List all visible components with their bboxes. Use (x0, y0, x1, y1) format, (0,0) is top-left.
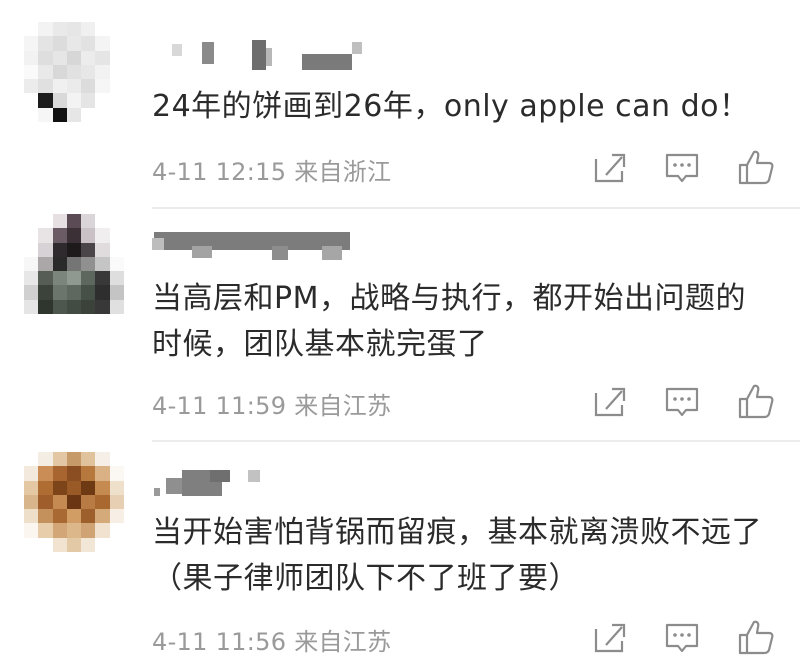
comment-actions (590, 381, 776, 421)
comment-text: 24年的饼画到26年，only apple can do！ (152, 89, 750, 124)
comment-actions (590, 147, 776, 187)
share-icon (594, 623, 626, 653)
comment-location: 来自浙江 (294, 158, 392, 186)
share-icon (594, 387, 626, 417)
comment-icon (665, 623, 699, 653)
comment-time: 4-11 11:59 (152, 392, 287, 420)
avatar[interactable] (24, 452, 124, 552)
share-icon (594, 153, 626, 183)
thumbs-up-icon (738, 150, 774, 185)
divider (152, 440, 800, 442)
comment-time: 4-11 11:56 (152, 628, 287, 656)
username-blurred[interactable] (152, 40, 372, 74)
comment-text: 当高层和PM，战略与执行，都开始出问题的时候，团队基本就完蛋了 (152, 281, 746, 362)
reply-button[interactable] (662, 381, 702, 421)
divider (152, 207, 800, 209)
username-blurred[interactable] (152, 464, 372, 498)
thumbs-up-icon (738, 620, 774, 655)
reply-button[interactable] (662, 147, 702, 187)
comment-text: 当开始害怕背锅而留痕，基本就离溃败不远了（果子律师团队下不了班了要） (152, 515, 762, 596)
comment-time: 4-11 12:15 (152, 158, 287, 186)
comment-location: 来自江苏 (294, 392, 392, 420)
avatar[interactable] (24, 214, 124, 314)
like-button[interactable] (736, 381, 776, 421)
comment-location: 来自江苏 (294, 628, 392, 656)
comment-icon (665, 153, 699, 183)
thumbs-up-icon (738, 384, 774, 419)
comment-meta: 4-11 11:59 来自江苏 (152, 386, 391, 421)
comment-actions (590, 617, 776, 657)
share-button[interactable] (590, 147, 630, 187)
username-blurred[interactable] (152, 232, 372, 266)
comment-meta: 4-11 11:56 来自江苏 (152, 622, 391, 657)
avatar[interactable] (24, 22, 124, 122)
reply-button[interactable] (662, 617, 702, 657)
share-button[interactable] (590, 381, 630, 421)
share-button[interactable] (590, 617, 630, 657)
like-button[interactable] (736, 617, 776, 657)
comment-meta: 4-11 12:15 来自浙江 (152, 152, 391, 187)
comment-icon (665, 387, 699, 417)
like-button[interactable] (736, 147, 776, 187)
